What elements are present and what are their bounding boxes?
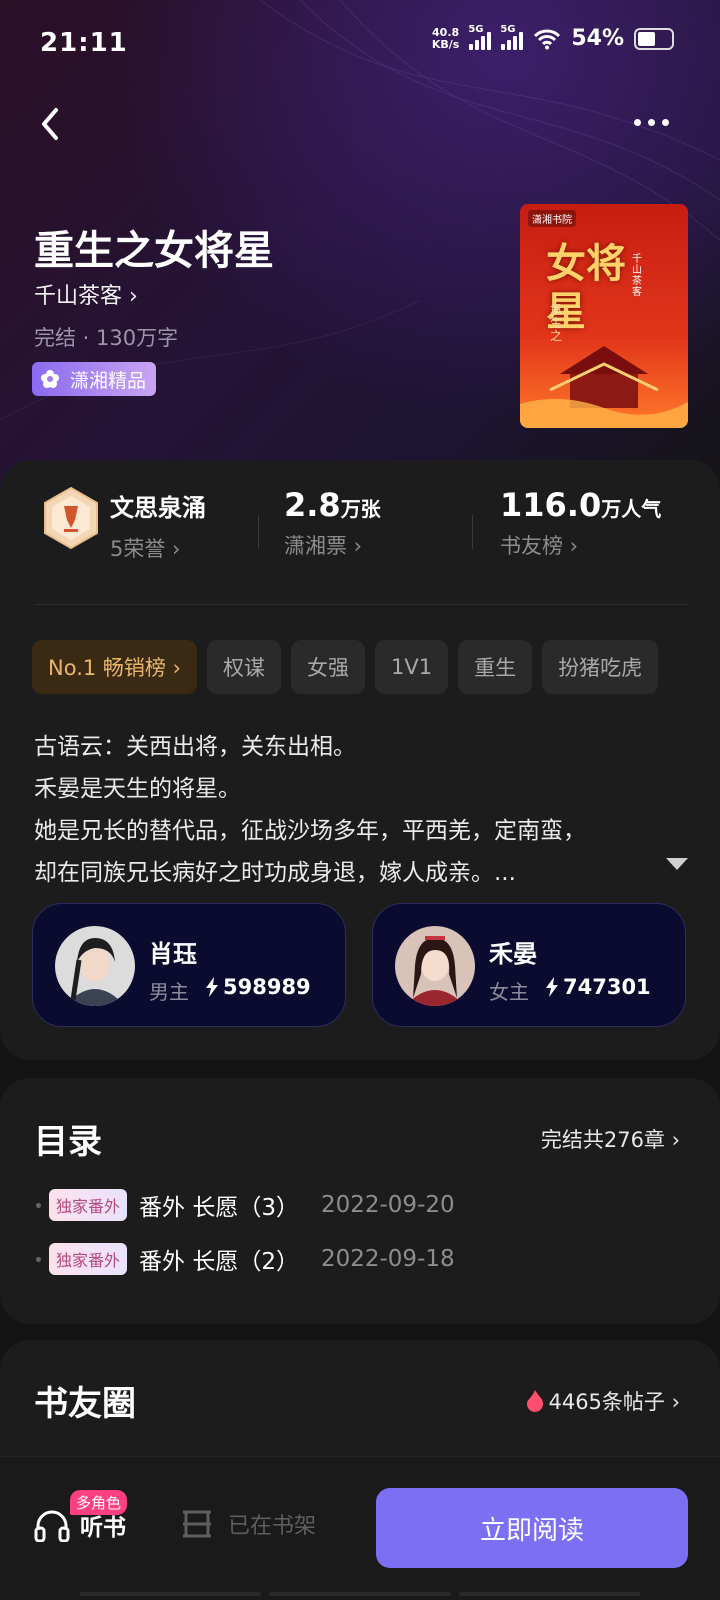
net-speed-unit: KB/s <box>431 37 460 51</box>
status-time: 21:11 <box>40 28 128 58</box>
circle-posts-count: 4465条帖子 › <box>548 1390 680 1414</box>
description-line: 禾晏是天生的将星。 <box>34 776 241 802</box>
gesture-bar <box>80 1592 640 1596</box>
popularity-unit: 万人气 <box>601 497 662 521</box>
wifi-icon <box>534 29 561 49</box>
bookshelf-button[interactable]: 已在书架 <box>180 1508 316 1540</box>
flame-icon <box>527 1390 544 1412</box>
headphones-icon <box>34 1510 70 1542</box>
divider <box>34 604 688 605</box>
cover-subtitle: 重生之 <box>550 303 563 343</box>
character-role: 男主 <box>149 980 189 1004</box>
flower-icon <box>41 370 59 388</box>
character-heat-value: 747301 <box>563 975 651 999</box>
tag-rank[interactable]: No.1 畅销榜 › <box>32 640 197 694</box>
lightning-icon <box>206 977 218 997</box>
character-name: 肖珏 <box>149 940 197 968</box>
expand-arrow-icon[interactable] <box>666 858 688 870</box>
honor-count: 5荣誉 › <box>110 537 181 561</box>
circle-posts-link[interactable]: 4465条帖子 › <box>526 1386 680 1416</box>
tag-list: No.1 畅销榜 › 权谋 女强 1V1 重生 扮猪吃虎 <box>32 640 659 694</box>
circle-title: 书友圈 <box>34 1384 136 1424</box>
signal-label: 5G <box>500 23 516 35</box>
tag-item[interactable]: 1V1 <box>374 640 449 694</box>
character-heat: 598989 <box>205 975 311 999</box>
book-description[interactable]: 古语云：关西出将，关东出相。 禾晏是天生的将星。 她是兄长的替代品，征战沙场多年… <box>34 726 694 894</box>
description-line: 她是兄长的替代品，征战沙场多年，平西羌，定南蛮， <box>34 818 586 844</box>
divider <box>472 515 473 549</box>
chapter-item[interactable]: 独家番外 番外 长愿（3） 2022-09-20 <box>36 1188 455 1222</box>
tickets-value: 2.8 <box>284 486 341 524</box>
honor-medal-icon <box>44 486 98 550</box>
avatar <box>55 926 135 1006</box>
author-link[interactable]: 千山茶客 › <box>34 278 138 310</box>
book-cover[interactable]: 潇湘书院 女将星 重生之 千山茶客 <box>520 204 688 428</box>
popularity-value: 116.0 <box>500 486 602 524</box>
tag-item[interactable]: 女强 <box>290 640 365 694</box>
popularity-label: 书友榜 › <box>500 534 579 558</box>
network-speed: 40.8 KB/s <box>431 25 460 51</box>
book-meta: 完结 · 130万字 <box>34 326 179 350</box>
chapter-date: 2022-09-18 <box>320 1246 455 1272</box>
character-card-male[interactable]: 肖珏 男主 598989 <box>32 903 346 1027</box>
status-bar: 21:11 40.8 KB/s 5G 5G 54% <box>0 0 720 90</box>
cover-author: 千山茶客 <box>632 254 642 298</box>
exclusive-tag: 独家番外 <box>49 1243 128 1275</box>
chapter-title: 番外 长愿（3） <box>139 1195 299 1221</box>
net-speed-value: 40.8 <box>432 25 460 39</box>
back-arrow-icon[interactable] <box>36 104 64 144</box>
character-heat: 747301 <box>545 975 651 999</box>
book-title: 重生之女将星 <box>34 227 274 274</box>
character-card-female[interactable]: 禾晏 女主 747301 <box>372 903 686 1027</box>
listen-button[interactable]: 听书 <box>34 1508 126 1542</box>
tickets-label: 潇湘票 › <box>284 534 363 558</box>
tag-item[interactable]: 重生 <box>458 640 533 694</box>
toc-all-chapters-link[interactable]: 完结共276章 › <box>541 1124 680 1154</box>
battery-icon <box>634 27 674 50</box>
character-name: 禾晏 <box>489 940 537 968</box>
divider <box>258 515 259 549</box>
toc-title: 目录 <box>34 1122 102 1162</box>
tickets-stat[interactable]: 2.8万张 潇湘票 › <box>284 486 381 560</box>
premium-badge: 潇湘精品 <box>32 362 157 396</box>
chapter-title: 番外 长愿（2） <box>139 1249 299 1275</box>
character-role: 女主 <box>489 980 529 1004</box>
signal-label: 5G <box>468 23 484 35</box>
popularity-stat[interactable]: 116.0万人气 书友榜 › <box>500 486 661 560</box>
lightning-icon <box>546 977 558 997</box>
bookshelf-icon <box>183 1510 211 1538</box>
signal-icon: 5G <box>500 24 524 50</box>
shelf-label: 已在书架 <box>228 1514 317 1539</box>
listen-label: 听书 <box>80 1515 126 1541</box>
chapter-date: 2022-09-20 <box>320 1192 455 1218</box>
tickets-unit: 万张 <box>340 497 381 521</box>
description-line: 古语云：关西出将，关东出相。 <box>34 734 356 760</box>
signal-icon: 5G <box>468 24 492 50</box>
avatar <box>395 926 475 1006</box>
exclusive-tag: 独家番外 <box>49 1189 128 1221</box>
honor-title: 文思泉涌 <box>110 494 206 522</box>
chapter-item[interactable]: 独家番外 番外 长愿（2） 2022-09-18 <box>36 1242 455 1276</box>
character-heat-value: 598989 <box>223 975 311 999</box>
more-options-icon[interactable] <box>634 112 684 132</box>
cover-publisher: 潇湘书院 <box>528 210 576 227</box>
battery-percent: 54% <box>571 26 624 51</box>
tag-item[interactable]: 权谋 <box>206 640 281 694</box>
description-line: 却在同族兄长病好之时功成身退，嫁人成亲。... <box>34 860 516 886</box>
tag-item[interactable]: 扮猪吃虎 <box>542 640 659 694</box>
badge-label: 潇湘精品 <box>70 369 147 392</box>
read-now-button[interactable]: 立即阅读 <box>376 1488 688 1568</box>
